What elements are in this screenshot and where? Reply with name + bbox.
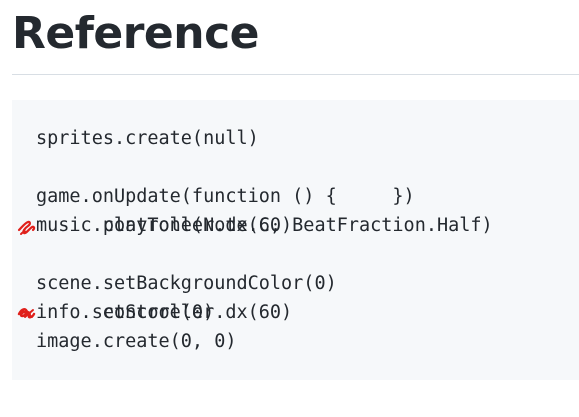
page-title: Reference xyxy=(12,8,260,59)
title-divider xyxy=(12,74,579,75)
red-scribble-annotation-icon xyxy=(16,244,38,319)
code-line: music.playTone(Note.C, BeatFraction.Half… xyxy=(36,215,493,236)
code-line: controller.dx(60) xyxy=(17,240,493,323)
code-line: sprites.create(null) xyxy=(36,128,259,149)
code-line: game.onUpdate(function () { }) xyxy=(36,186,415,207)
code-line: info.setScore(0) xyxy=(36,302,215,323)
code-lines: sprites.create(null) controller.dx(60) g… xyxy=(17,124,493,356)
code-line: controller.dx(60) xyxy=(17,153,493,236)
code-line: image.create(0, 0) xyxy=(36,331,237,352)
code-line: scene.setBackgroundColor(0) xyxy=(36,273,337,294)
code-block: sprites.create(null) controller.dx(60) g… xyxy=(12,100,579,380)
red-scribble-annotation-icon xyxy=(16,157,38,235)
